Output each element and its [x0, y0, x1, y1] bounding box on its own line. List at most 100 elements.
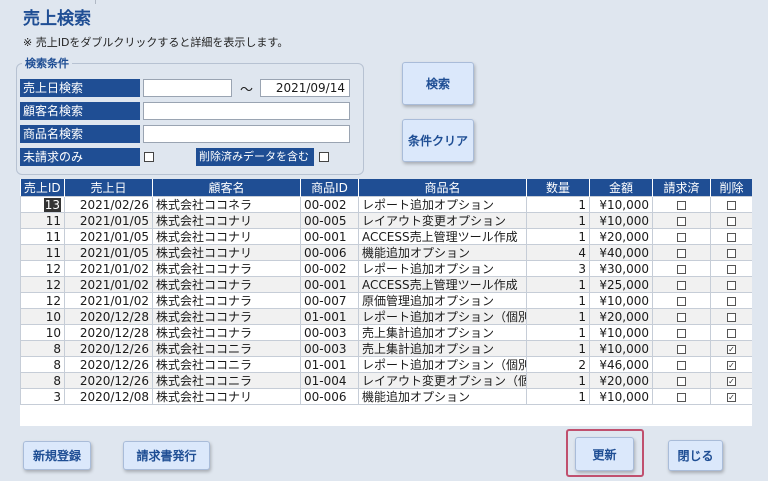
sale-id-cell[interactable]: 12 [20, 276, 65, 293]
product-id-cell[interactable]: 01-004 [300, 372, 359, 389]
sale-id-cell[interactable]: 8 [20, 356, 65, 373]
product-id-cell[interactable]: 00-002 [300, 260, 359, 277]
sale-id-cell[interactable]: 3 [20, 388, 65, 405]
sale-date-cell[interactable]: 2020/12/26 [64, 372, 153, 389]
product-name-cell[interactable]: 売上集計追加オプション [358, 324, 527, 341]
amount-cell[interactable]: ¥10,000 [589, 388, 653, 405]
deleted-checkbox[interactable]: ✓ [727, 360, 736, 370]
sale-id-cell[interactable]: 10 [20, 324, 65, 341]
customer-cell[interactable]: 株式会社ココナラ [152, 260, 301, 277]
deleted-checkbox[interactable] [727, 296, 736, 306]
deleted-checkbox[interactable]: ✓ [727, 344, 736, 354]
product-name-cell[interactable]: ACCESS売上管理ツール作成 [358, 228, 527, 245]
col-header-billed[interactable]: 請求済 [652, 179, 711, 197]
sale-date-cell[interactable]: 2021/02/26 [64, 196, 153, 213]
quantity-cell[interactable]: 3 [526, 260, 590, 277]
close-button[interactable]: 閉じる [668, 440, 723, 471]
customer-cell[interactable]: 株式会社ココナラ [152, 324, 301, 341]
product-name-cell[interactable]: レポート追加オプション（個別） [358, 356, 527, 373]
table-row[interactable]: 13 2021/02/26 株式会社ココネラ 00-002 レポート追加オプション 1 ¥1… [20, 196, 752, 213]
sale-date-cell[interactable]: 2021/01/05 [64, 212, 153, 229]
col-header-deleted[interactable]: 削除 [710, 179, 752, 197]
col-header-customer[interactable]: 顧客名 [152, 179, 301, 197]
billed-checkbox[interactable] [677, 200, 686, 210]
date-from-input[interactable] [143, 79, 232, 97]
quantity-cell[interactable]: 1 [526, 212, 590, 229]
deleted-checkbox[interactable] [727, 248, 736, 258]
sale-date-cell[interactable]: 2021/01/05 [64, 228, 153, 245]
product-id-cell[interactable]: 00-001 [300, 276, 359, 293]
new-registration-button[interactable]: 新規登録 [23, 441, 91, 470]
table-row[interactable]: 3 2020/12/08 株式会社ココナリ 00-006 機能追加オプション 1 ¥10,0… [20, 388, 752, 405]
product-id-cell[interactable]: 00-006 [300, 388, 359, 405]
product-id-cell[interactable]: 00-002 [300, 196, 359, 213]
deleted-checkbox[interactable] [727, 200, 736, 210]
sale-id-cell[interactable]: 8 [20, 372, 65, 389]
amount-cell[interactable]: ¥20,000 [589, 308, 653, 325]
product-name-cell[interactable]: 機能追加オプション [358, 244, 527, 261]
sale-id-cell[interactable]: 11 [20, 212, 65, 229]
billed-checkbox[interactable] [677, 392, 686, 402]
col-header-product-name[interactable]: 商品名 [358, 179, 527, 197]
product-name-cell[interactable]: レポート追加オプション（個別） [358, 308, 527, 325]
deleted-checkbox[interactable]: ✓ [727, 376, 736, 386]
customer-cell[interactable]: 株式会社ココニラ [152, 340, 301, 357]
col-header-product-id[interactable]: 商品ID [300, 179, 359, 197]
sale-date-cell[interactable]: 2020/12/28 [64, 308, 153, 325]
sale-date-cell[interactable]: 2021/01/02 [64, 292, 153, 309]
product-name-cell[interactable]: レポート追加オプション [358, 196, 527, 213]
billed-checkbox[interactable] [677, 264, 686, 274]
quantity-cell[interactable]: 1 [526, 228, 590, 245]
product-name-cell[interactable]: ACCESS売上管理ツール作成 [358, 276, 527, 293]
billed-checkbox[interactable] [677, 344, 686, 354]
sale-date-cell[interactable]: 2020/12/26 [64, 340, 153, 357]
billed-checkbox[interactable] [677, 232, 686, 242]
product-name-cell[interactable]: レイアウト変更オプション [358, 212, 527, 229]
amount-cell[interactable]: ¥40,000 [589, 244, 653, 261]
sale-date-cell[interactable]: 2020/12/26 [64, 356, 153, 373]
table-row[interactable]: 11 2021/01/05 株式会社ココナリ 00-001 ACCESS売上管理ツール作… [20, 228, 752, 245]
customer-cell[interactable]: 株式会社ココネラ [152, 196, 301, 213]
billed-checkbox[interactable] [677, 280, 686, 290]
quantity-cell[interactable]: 1 [526, 196, 590, 213]
customer-cell[interactable]: 株式会社ココナリ [152, 388, 301, 405]
deleted-checkbox[interactable] [727, 232, 736, 242]
table-row[interactable]: 10 2020/12/28 株式会社ココナラ 00-003 売上集計追加オプション 1 ¥1… [20, 324, 752, 341]
customer-cell[interactable]: 株式会社ココニラ [152, 356, 301, 373]
quantity-cell[interactable]: 1 [526, 372, 590, 389]
deleted-checkbox[interactable] [727, 328, 736, 338]
billed-checkbox[interactable] [677, 312, 686, 322]
deleted-checkbox[interactable] [727, 312, 736, 322]
unbilled-only-checkbox[interactable] [144, 152, 154, 162]
product-name-cell[interactable]: レポート追加オプション [358, 260, 527, 277]
table-row[interactable]: 12 2021/01/02 株式会社ココナラ 00-007 原価管理追加オプション 1 ¥1… [20, 292, 752, 309]
billed-checkbox[interactable] [677, 248, 686, 258]
table-row[interactable]: 12 2021/01/02 株式会社ココナラ 00-002 レポート追加オプション 3 ¥3… [20, 260, 752, 277]
quantity-cell[interactable]: 1 [526, 388, 590, 405]
update-button[interactable]: 更新 [575, 437, 634, 471]
amount-cell[interactable]: ¥46,000 [589, 356, 653, 373]
billed-checkbox[interactable] [677, 296, 686, 306]
sale-id-cell[interactable]: 12 [20, 260, 65, 277]
amount-cell[interactable]: ¥20,000 [589, 228, 653, 245]
product-id-cell[interactable]: 00-005 [300, 212, 359, 229]
product-id-cell[interactable]: 00-007 [300, 292, 359, 309]
billed-checkbox[interactable] [677, 360, 686, 370]
product-id-cell[interactable]: 00-003 [300, 324, 359, 341]
table-row[interactable]: 82020/12/26株式会社ココニラ01-004レイアウト変更オプション（個別… [20, 372, 752, 389]
table-row[interactable]: 8 2020/12/26 株式会社ココニラ 01-001 レポート追加オプション（個別）… [20, 356, 752, 373]
product-name-cell[interactable]: 売上集計追加オプション [358, 340, 527, 357]
customer-cell[interactable]: 株式会社ココナラ [152, 276, 301, 293]
amount-cell[interactable]: ¥10,000 [589, 324, 653, 341]
issue-invoice-button[interactable]: 請求書発行 [123, 441, 210, 470]
product-name-cell[interactable]: レイアウト変更オプション（個別） [358, 372, 527, 389]
product-name-input[interactable] [143, 125, 350, 143]
col-header-sale-id[interactable]: 売上ID [20, 179, 65, 197]
col-header-quantity[interactable]: 数量 [526, 179, 590, 197]
sale-date-cell[interactable]: 2020/12/28 [64, 324, 153, 341]
sale-date-cell[interactable]: 2021/01/02 [64, 276, 153, 293]
col-header-amount[interactable]: 金額 [589, 179, 653, 197]
include-deleted-checkbox[interactable] [319, 152, 329, 162]
selected-sale-id[interactable]: 13 [43, 197, 61, 212]
product-id-cell[interactable]: 01-001 [300, 308, 359, 325]
